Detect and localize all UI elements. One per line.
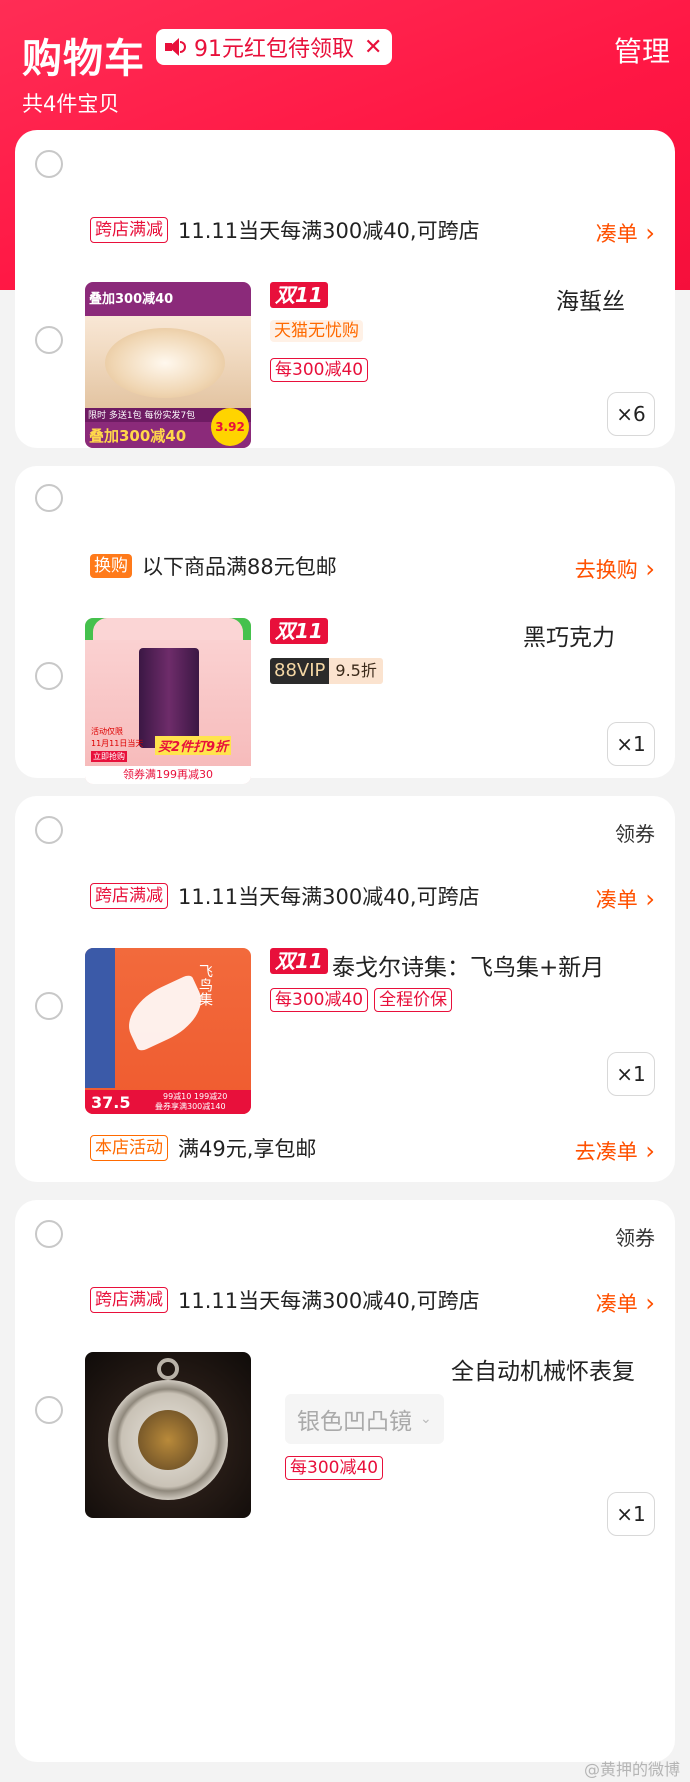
product-name[interactable]: 泰戈尔诗集：飞鸟集+新月	[332, 948, 604, 982]
image-caption: 11月11日当天	[91, 739, 144, 748]
item-checkbox[interactable]	[35, 1396, 63, 1424]
item-count: 共4件宝贝	[22, 92, 120, 116]
shop-activity-row: 本店活动 满49元,享包邮 去凑单	[90, 1128, 655, 1168]
promo-tag: 跨店满减	[90, 1287, 168, 1313]
vip-badge: 88VIP	[270, 658, 330, 684]
product-info: 双11 海蜇丝 天猫无忧购 每300减40	[270, 282, 655, 432]
store-card: 领券 跨店满减 11.11当天每满300减40,可跨店 凑单 全自动机械怀表复 …	[15, 1200, 675, 1762]
double11-badge: 双11	[270, 282, 328, 308]
tag-row: 每300减40 全程价保	[270, 988, 453, 1012]
product-image[interactable]: 飞鸟集 37.5 99减10 199减20 叠券享满300减140	[85, 948, 251, 1114]
price-protect-tag: 全程价保	[374, 988, 453, 1012]
image-caption: 活动仅限	[91, 727, 123, 736]
double11-badge: 双11	[270, 948, 328, 974]
redpacket-banner[interactable]: 91元红包待领取 ✕	[156, 29, 393, 65]
vip-discount: 9.5折	[329, 658, 383, 684]
promo-row: 跨店满减 11.11当天每满300减40,可跨店 凑单	[90, 1280, 655, 1320]
page-title: 购物车	[22, 36, 145, 82]
discount-tag: 每300减40	[270, 988, 369, 1012]
product-image[interactable]	[85, 1352, 251, 1518]
promo-link[interactable]: 凑单	[596, 1288, 655, 1318]
quantity-stepper[interactable]: ×1	[607, 1052, 655, 1096]
promo-text: 11.11当天每满300减40,可跨店	[178, 885, 480, 909]
item-checkbox[interactable]	[35, 662, 63, 690]
close-icon[interactable]: ✕	[364, 35, 382, 60]
item-checkbox[interactable]	[35, 326, 63, 354]
service-tag: 天猫无忧购	[270, 320, 363, 342]
promo-row: 跨店满减 11.11当天每满300减40,可跨店 凑单	[90, 876, 655, 916]
store-card: 换购 以下商品满88元包邮 去换购 活动仅限 11月11日当天 立即抢购 买2件…	[15, 466, 675, 784]
promo-tag: 跨店满减	[90, 217, 168, 243]
promo-row: 跨店满减 11.11当天每满300减40,可跨店 凑单	[90, 210, 655, 250]
manage-button[interactable]: 管理	[614, 30, 670, 70]
discount-tag: 每300减40	[285, 1456, 384, 1480]
store-card: 领券 跨店满减 11.11当天每满300减40,可跨店 凑单 飞鸟集 37.5 …	[15, 796, 675, 1182]
sku-selector[interactable]: 银色凹凸镜 ⌄	[285, 1394, 444, 1444]
product-info: 全自动机械怀表复 银色凹凸镜 ⌄ 每300减40	[270, 1352, 655, 1532]
quantity-stepper[interactable]: ×6	[607, 392, 655, 436]
double11-badge: 双11	[270, 618, 328, 644]
watermark: @黄押的微博	[583, 1760, 680, 1779]
chevron-down-icon: ⌄	[420, 1411, 432, 1427]
product-name[interactable]: 全自动机械怀表复	[451, 1352, 635, 1386]
promo-row: 换购 以下商品满88元包邮 去换购	[90, 546, 655, 586]
image-caption: 飞鸟集	[197, 964, 213, 1006]
promo-link[interactable]: 凑单	[596, 218, 655, 248]
promo-link[interactable]: 去换购	[575, 554, 655, 584]
store-checkbox[interactable]	[35, 150, 63, 178]
product-name[interactable]: 海蜇丝	[556, 282, 625, 316]
vip-price: 88VIP 9.5折	[270, 658, 383, 684]
redpacket-text: 91元红包待领取	[194, 37, 354, 62]
sku-text: 银色凹凸镜	[297, 1409, 412, 1435]
quantity-stepper[interactable]: ×1	[607, 1492, 655, 1536]
product-image[interactable]: 叠加300减40 限时 多送1包 每份实发7包 叠加300减40 3.92	[85, 282, 251, 448]
shop-activity-link[interactable]: 去凑单	[575, 1136, 655, 1166]
product-info: 双11 黑巧克力 88VIP 9.5折	[270, 618, 655, 768]
image-caption: 叠加300减40	[89, 292, 174, 307]
product-name[interactable]: 黑巧克力	[523, 618, 615, 652]
promo-tag: 跨店满减	[90, 883, 168, 909]
promo-link[interactable]: 凑单	[596, 884, 655, 914]
tag-row: 每300减40	[270, 358, 369, 382]
image-caption: 立即抢购	[91, 751, 127, 762]
image-caption: 叠券享满300减140	[155, 1102, 226, 1111]
image-caption: 领券满199再减30	[85, 766, 251, 784]
store-checkbox[interactable]	[35, 1220, 63, 1248]
store-card: 跨店满减 11.11当天每满300减40,可跨店 凑单 叠加300减40 限时 …	[15, 130, 675, 448]
shop-activity-tag: 本店活动	[90, 1135, 168, 1161]
product-info: 双11 泰戈尔诗集：飞鸟集+新月 每300减40 全程价保	[270, 948, 655, 1098]
coupon-button[interactable]: 领券	[615, 818, 655, 847]
store-checkbox[interactable]	[35, 816, 63, 844]
image-caption: 37.5	[91, 1093, 131, 1112]
speaker-icon	[164, 36, 188, 58]
price-bubble: 3.92	[211, 408, 249, 446]
promo-text: 11.11当天每满300减40,可跨店	[178, 219, 480, 243]
product-image[interactable]: 活动仅限 11月11日当天 立即抢购 买2件打9折 领券满199再减30	[85, 618, 251, 784]
image-caption: 买2件打9折	[155, 736, 232, 755]
store-checkbox[interactable]	[35, 484, 63, 512]
tag-row: 天猫无忧购	[270, 320, 363, 342]
quantity-stepper[interactable]: ×1	[607, 722, 655, 766]
item-checkbox[interactable]	[35, 992, 63, 1020]
shop-activity-text: 满49元,享包邮	[178, 1137, 317, 1161]
discount-tag: 每300减40	[270, 358, 369, 382]
promo-tag: 换购	[90, 554, 132, 578]
coupon-button[interactable]: 领券	[615, 1222, 655, 1251]
promo-text: 以下商品满88元包邮	[142, 555, 337, 579]
promo-text: 11.11当天每满300减40,可跨店	[178, 1289, 480, 1313]
tag-row: 每300减40	[285, 1456, 384, 1480]
